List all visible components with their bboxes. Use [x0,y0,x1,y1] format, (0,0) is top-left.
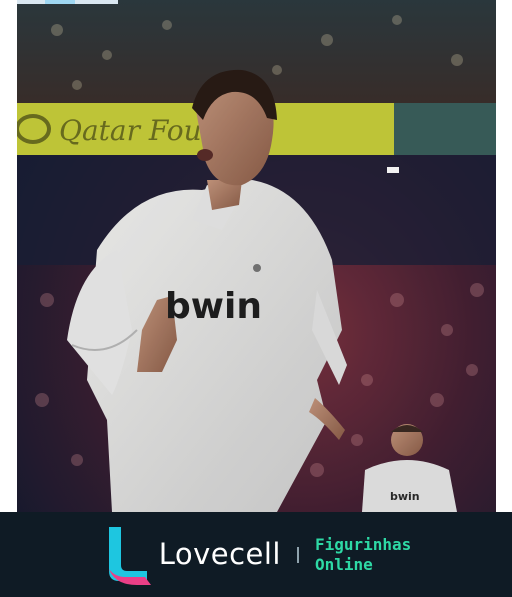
watermark-banner: Lovecell Figurinhas Online [0,512,512,597]
tagline: Figurinhas Online [315,535,411,575]
sticker-photo: Qatar Fou bwin bwin [17,0,496,512]
video-progress-strip [17,0,118,4]
photo-illustration: Qatar Fou bwin bwin [17,0,496,512]
tagline-line1: Figurinhas [314,534,412,554]
lovecell-logo-icon [108,526,151,585]
brand-name: Lovecell [158,537,281,571]
banner-divider [296,546,299,563]
tagline-line2: Online [314,554,373,574]
